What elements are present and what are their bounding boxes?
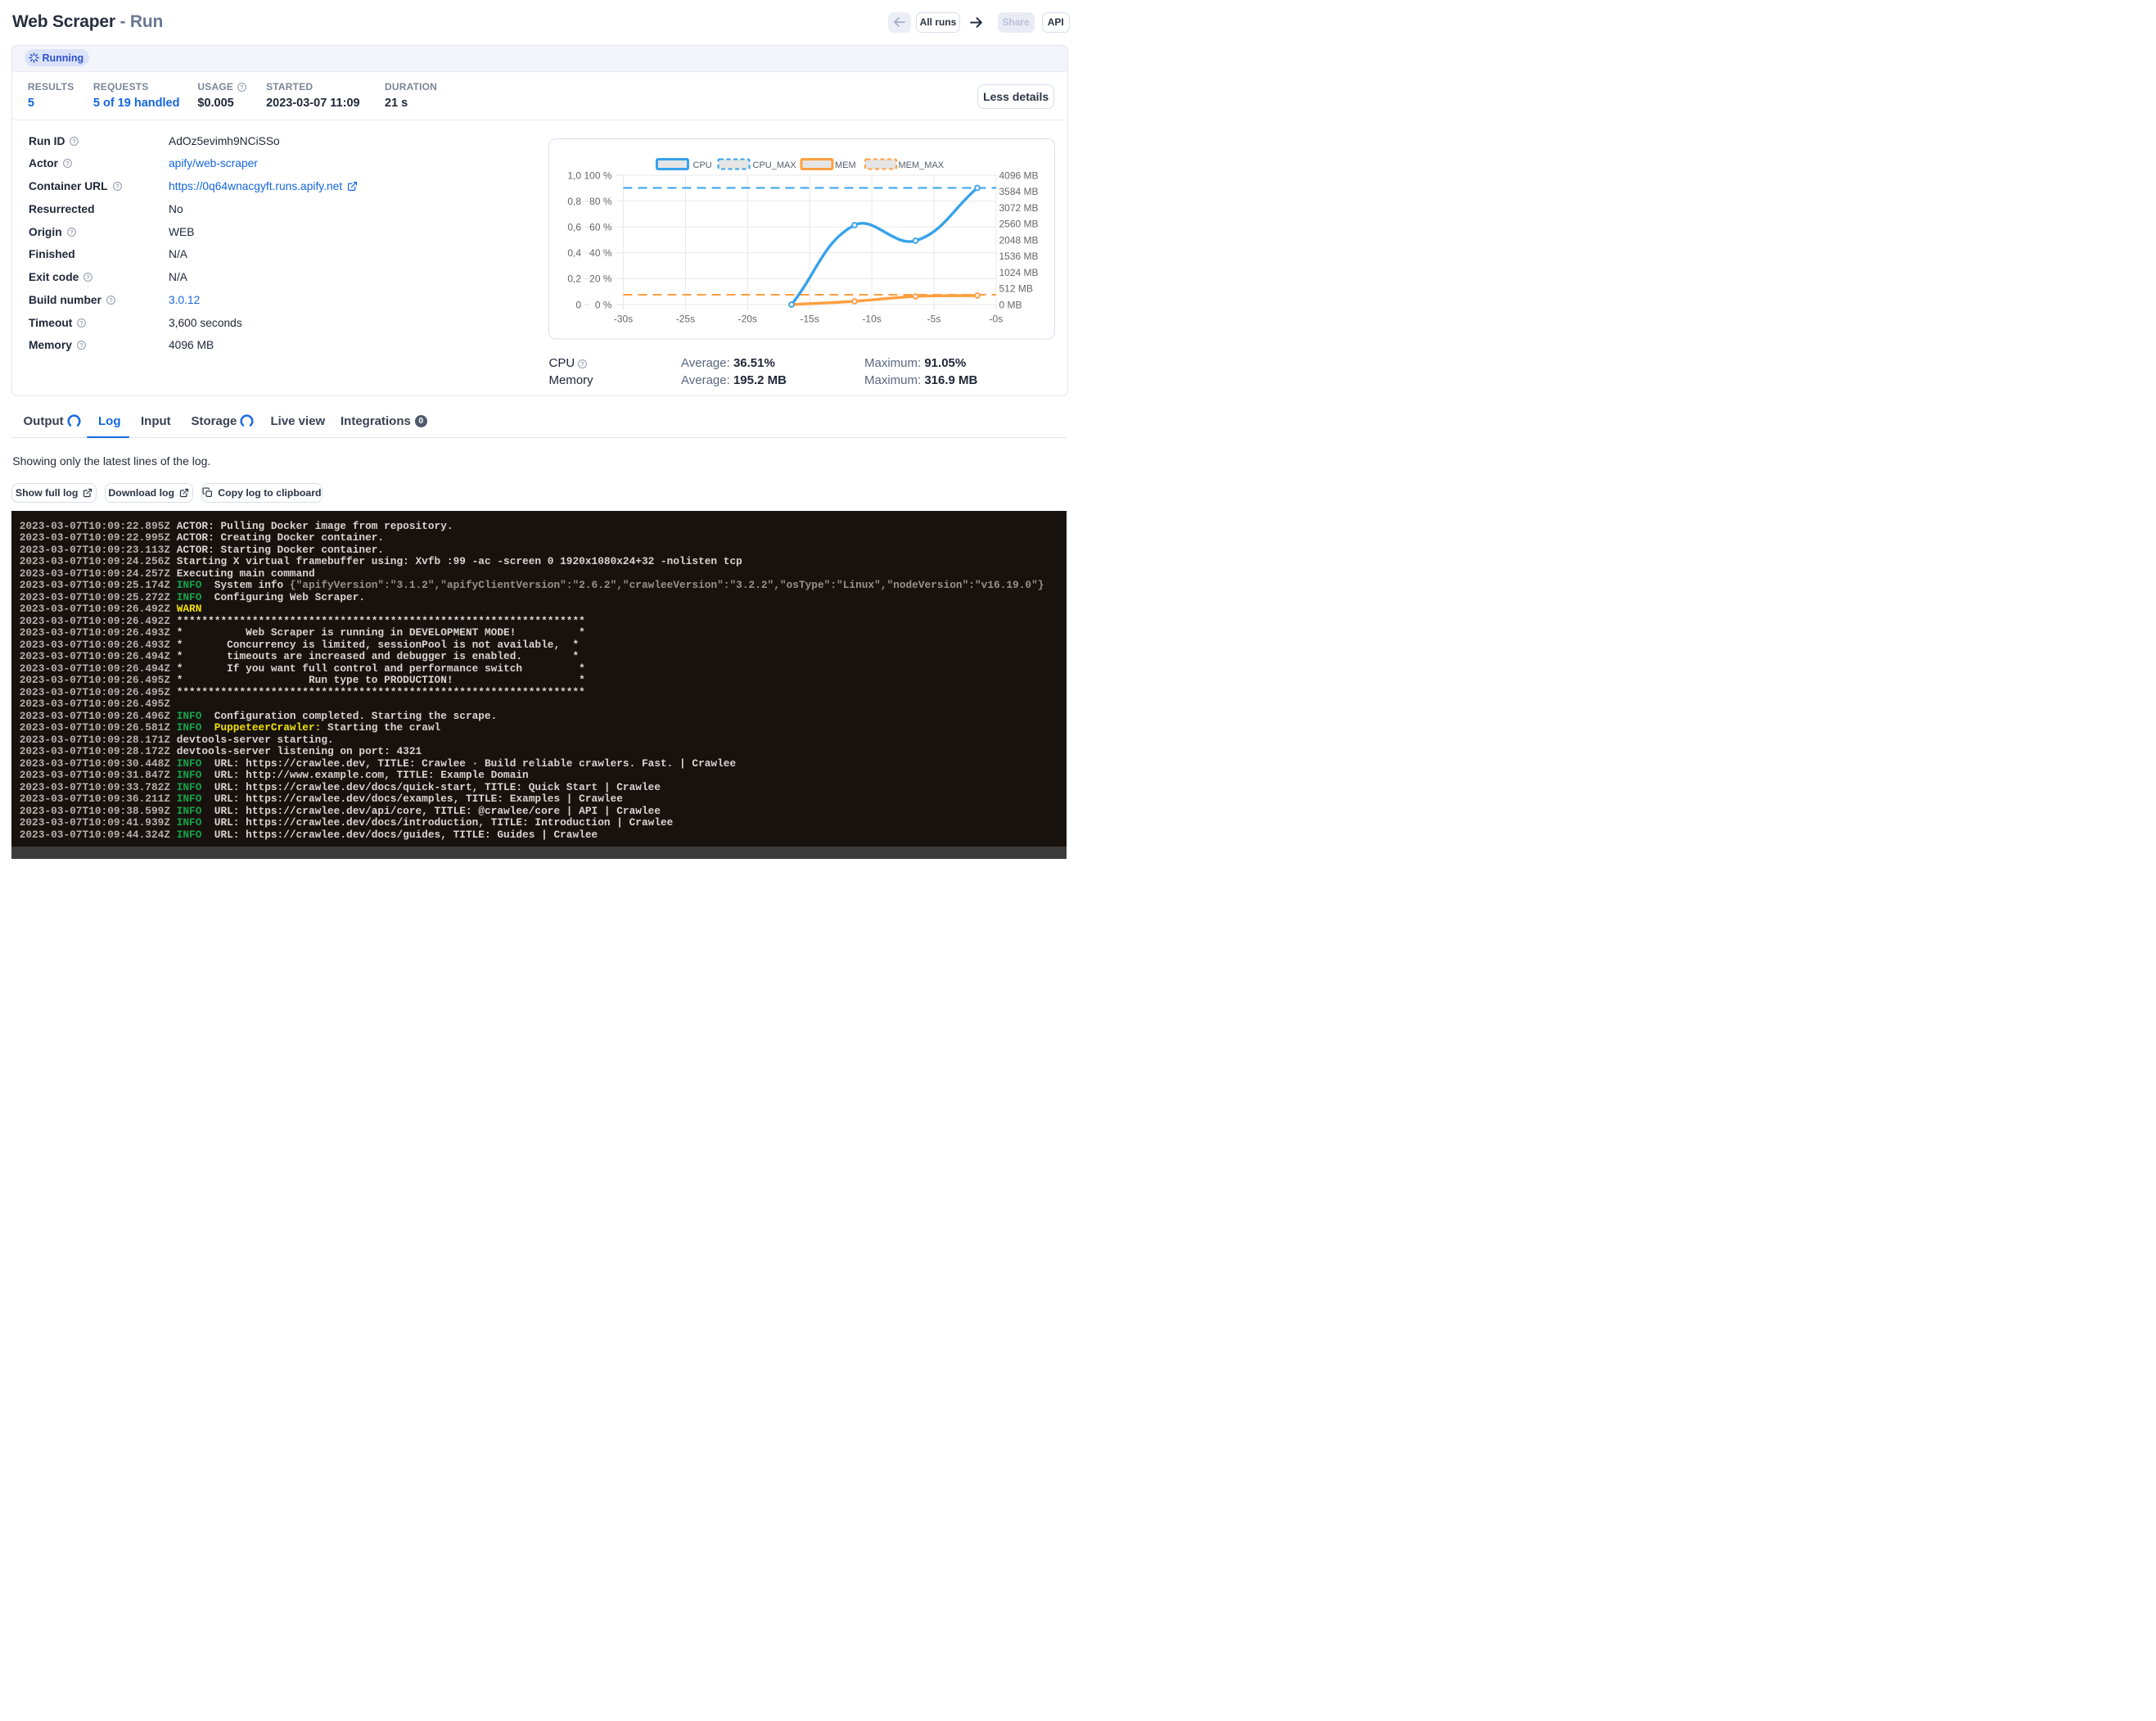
svg-text:2048 MB: 2048 MB: [999, 234, 1038, 246]
svg-text:0,6: 0,6: [567, 222, 581, 233]
svg-text:40 %: 40 %: [589, 247, 612, 259]
svg-text:0: 0: [575, 299, 581, 310]
svg-text:CPU_MAX: CPU_MAX: [752, 160, 796, 170]
svg-text:1536 MB: 1536 MB: [999, 251, 1038, 262]
svg-text:?: ?: [79, 341, 83, 349]
svg-text:?: ?: [581, 359, 585, 367]
svg-text:-0s: -0s: [989, 314, 1003, 325]
svg-text:MEM: MEM: [835, 160, 856, 170]
svg-text:-20s: -20s: [737, 314, 756, 325]
svg-text:-30s: -30s: [613, 314, 632, 325]
svg-text:0,2: 0,2: [567, 273, 581, 285]
svg-text:1024 MB: 1024 MB: [999, 267, 1038, 278]
svg-text:0,4: 0,4: [567, 247, 581, 259]
svg-text:0 %: 0 %: [594, 299, 611, 310]
svg-text:3072 MB: 3072 MB: [999, 202, 1038, 214]
svg-text:?: ?: [70, 228, 74, 235]
svg-text:?: ?: [80, 318, 84, 326]
svg-text:-15s: -15s: [800, 314, 819, 325]
svg-text:?: ?: [109, 296, 113, 304]
svg-text:4096 MB: 4096 MB: [999, 169, 1038, 181]
svg-text:1,0: 1,0: [567, 169, 581, 181]
svg-text:-25s: -25s: [675, 314, 694, 325]
svg-text:-5s: -5s: [927, 314, 940, 325]
svg-text:?: ?: [240, 84, 244, 91]
svg-text:100 %: 100 %: [584, 169, 611, 181]
svg-text:60 %: 60 %: [589, 222, 612, 233]
svg-text:80 %: 80 %: [589, 196, 612, 207]
svg-text:20 %: 20 %: [589, 273, 612, 285]
svg-text:CPU: CPU: [692, 160, 711, 170]
svg-text:?: ?: [65, 160, 70, 167]
svg-text:0 MB: 0 MB: [999, 299, 1022, 310]
svg-text:?: ?: [115, 183, 120, 190]
svg-text:512 MB: 512 MB: [999, 283, 1032, 295]
svg-text:?: ?: [87, 273, 91, 281]
svg-text:-10s: -10s: [862, 314, 881, 325]
svg-text:3584 MB: 3584 MB: [999, 186, 1038, 197]
svg-text:?: ?: [73, 137, 77, 144]
svg-text:2560 MB: 2560 MB: [999, 219, 1038, 230]
svg-text:0,8: 0,8: [567, 196, 581, 207]
svg-text:MEM_MAX: MEM_MAX: [898, 160, 944, 170]
